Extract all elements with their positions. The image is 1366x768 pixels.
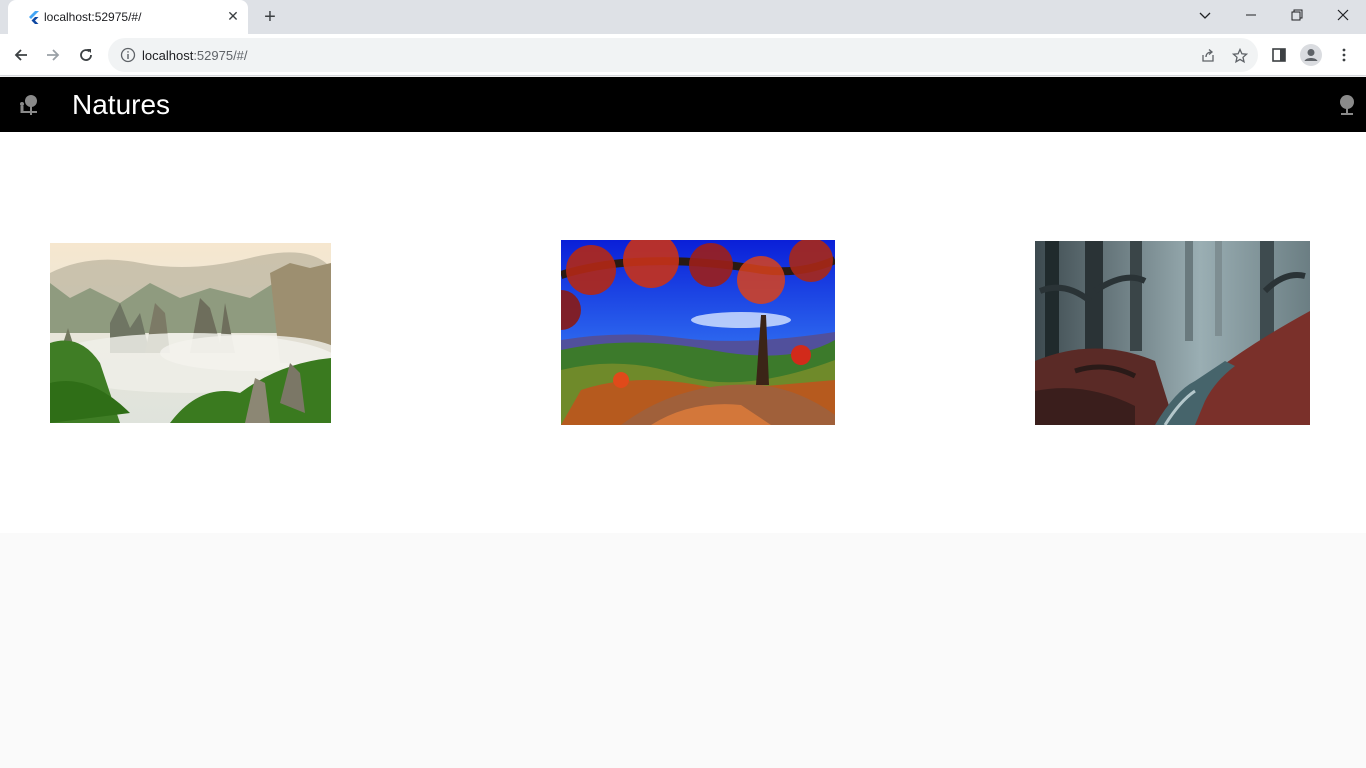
restore-icon[interactable] [1274,0,1320,30]
browser-tab[interactable]: localhost:52975/#/ ✕ [8,0,248,34]
side-panel-icon[interactable] [1268,44,1290,66]
tab-close-icon[interactable]: ✕ [224,7,242,25]
back-icon[interactable] [8,42,34,68]
image-misty-mountain-peaks [50,243,331,423]
image-foggy-forest-stream [1035,241,1310,425]
forward-icon[interactable] [40,42,66,68]
menu-icon[interactable] [1333,44,1355,66]
flutter-favicon-icon [26,9,42,25]
image-autumn-tree-overlook [561,240,835,425]
profile-icon[interactable] [1300,44,1322,66]
share-icon[interactable] [1198,46,1218,66]
minimize-icon[interactable] [1228,0,1274,30]
close-icon[interactable] [1320,0,1366,30]
chevron-down-icon[interactable] [1182,0,1228,30]
tab-title: localhost:52975/#/ [44,10,142,24]
app-bar: Natures [0,77,1366,132]
star-icon[interactable] [1230,46,1250,66]
nature-people-icon[interactable] [17,93,41,117]
reload-icon[interactable] [73,42,99,68]
page-title: Natures [72,89,171,120]
address-bar[interactable]: localhost:52975/#/ [108,38,1258,72]
image-gallery [0,132,1366,533]
nature-icon[interactable] [1335,93,1359,117]
browser-tabstrip: localhost:52975/#/ ✕ + [0,0,1366,34]
url-text: localhost:52975/#/ [142,48,248,63]
info-icon[interactable] [120,47,136,63]
new-tab-button[interactable]: + [258,6,282,28]
browser-toolbar: localhost:52975/#/ [0,34,1366,76]
